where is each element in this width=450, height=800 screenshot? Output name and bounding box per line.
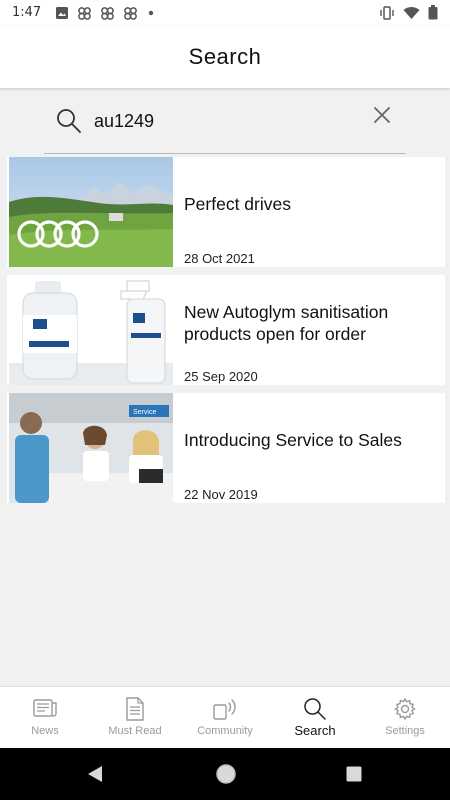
- system-navigation-bar: [0, 748, 450, 800]
- result-date: 22 Nov 2019: [184, 487, 258, 502]
- document-icon: [126, 697, 144, 721]
- result-date: 25 Sep 2020: [184, 369, 258, 384]
- app-header: Search: [0, 26, 450, 88]
- result-date: 28 Oct 2021: [184, 251, 255, 266]
- result-title: New Autoglym sanitisation products open …: [184, 302, 389, 344]
- result-thumbnail: [9, 157, 173, 267]
- result-title: Perfect drives: [184, 194, 291, 214]
- community-icon: [213, 699, 236, 720]
- search-icon: [57, 109, 81, 133]
- back-icon[interactable]: [86, 764, 104, 784]
- search-bar: [44, 100, 406, 154]
- result-card[interactable]: New Autoglym sanitisation products open …: [7, 275, 445, 385]
- result-thumbnail: Service: [9, 393, 173, 503]
- tab-label: Must Read: [108, 725, 162, 737]
- vibrate-icon: [380, 5, 394, 20]
- search-icon: [304, 698, 326, 720]
- pinwheel-icon: [101, 7, 114, 20]
- tab-label: Community: [197, 725, 253, 737]
- wifi-icon: [403, 6, 420, 19]
- dot-icon: [148, 10, 154, 16]
- result-card[interactable]: Perfect drives 28 Oct 2021: [7, 157, 445, 267]
- tab-label: Search: [294, 723, 336, 738]
- page-title: Search: [188, 44, 262, 69]
- pinwheel-icon: [78, 7, 91, 20]
- pinwheel-icon: [124, 7, 137, 20]
- tab-label: News: [31, 725, 59, 737]
- result-card[interactable]: Service Introducing Service to Sales 22 …: [7, 393, 445, 503]
- result-thumbnail: [9, 275, 173, 385]
- close-icon[interactable]: [372, 105, 392, 125]
- tab-community[interactable]: Community: [180, 687, 270, 748]
- tab-must-read[interactable]: Must Read: [90, 687, 180, 748]
- recents-icon[interactable]: [346, 766, 362, 782]
- notification-icons: [55, 6, 156, 21]
- gear-icon: [394, 697, 416, 721]
- service-sign-text: Service: [133, 409, 156, 416]
- tab-settings[interactable]: Settings: [360, 687, 450, 748]
- bottom-navigation: News Must Read Community Search Settings: [0, 686, 450, 748]
- system-status-icons: [379, 5, 438, 20]
- news-icon: [33, 699, 57, 717]
- status-bar: 1:47: [0, 0, 450, 26]
- result-title: Introducing Service to Sales: [184, 430, 402, 450]
- tab-label: Settings: [385, 725, 425, 737]
- search-results-list: Perfect drives 28 Oct 2021 New Autoglym …: [7, 157, 445, 511]
- status-time: 1:47: [12, 5, 42, 20]
- tab-search[interactable]: Search: [270, 687, 360, 748]
- image-icon: [56, 7, 68, 19]
- battery-icon: [428, 5, 438, 20]
- home-icon[interactable]: [215, 763, 237, 785]
- tab-news[interactable]: News: [0, 687, 90, 748]
- search-input[interactable]: [94, 106, 354, 136]
